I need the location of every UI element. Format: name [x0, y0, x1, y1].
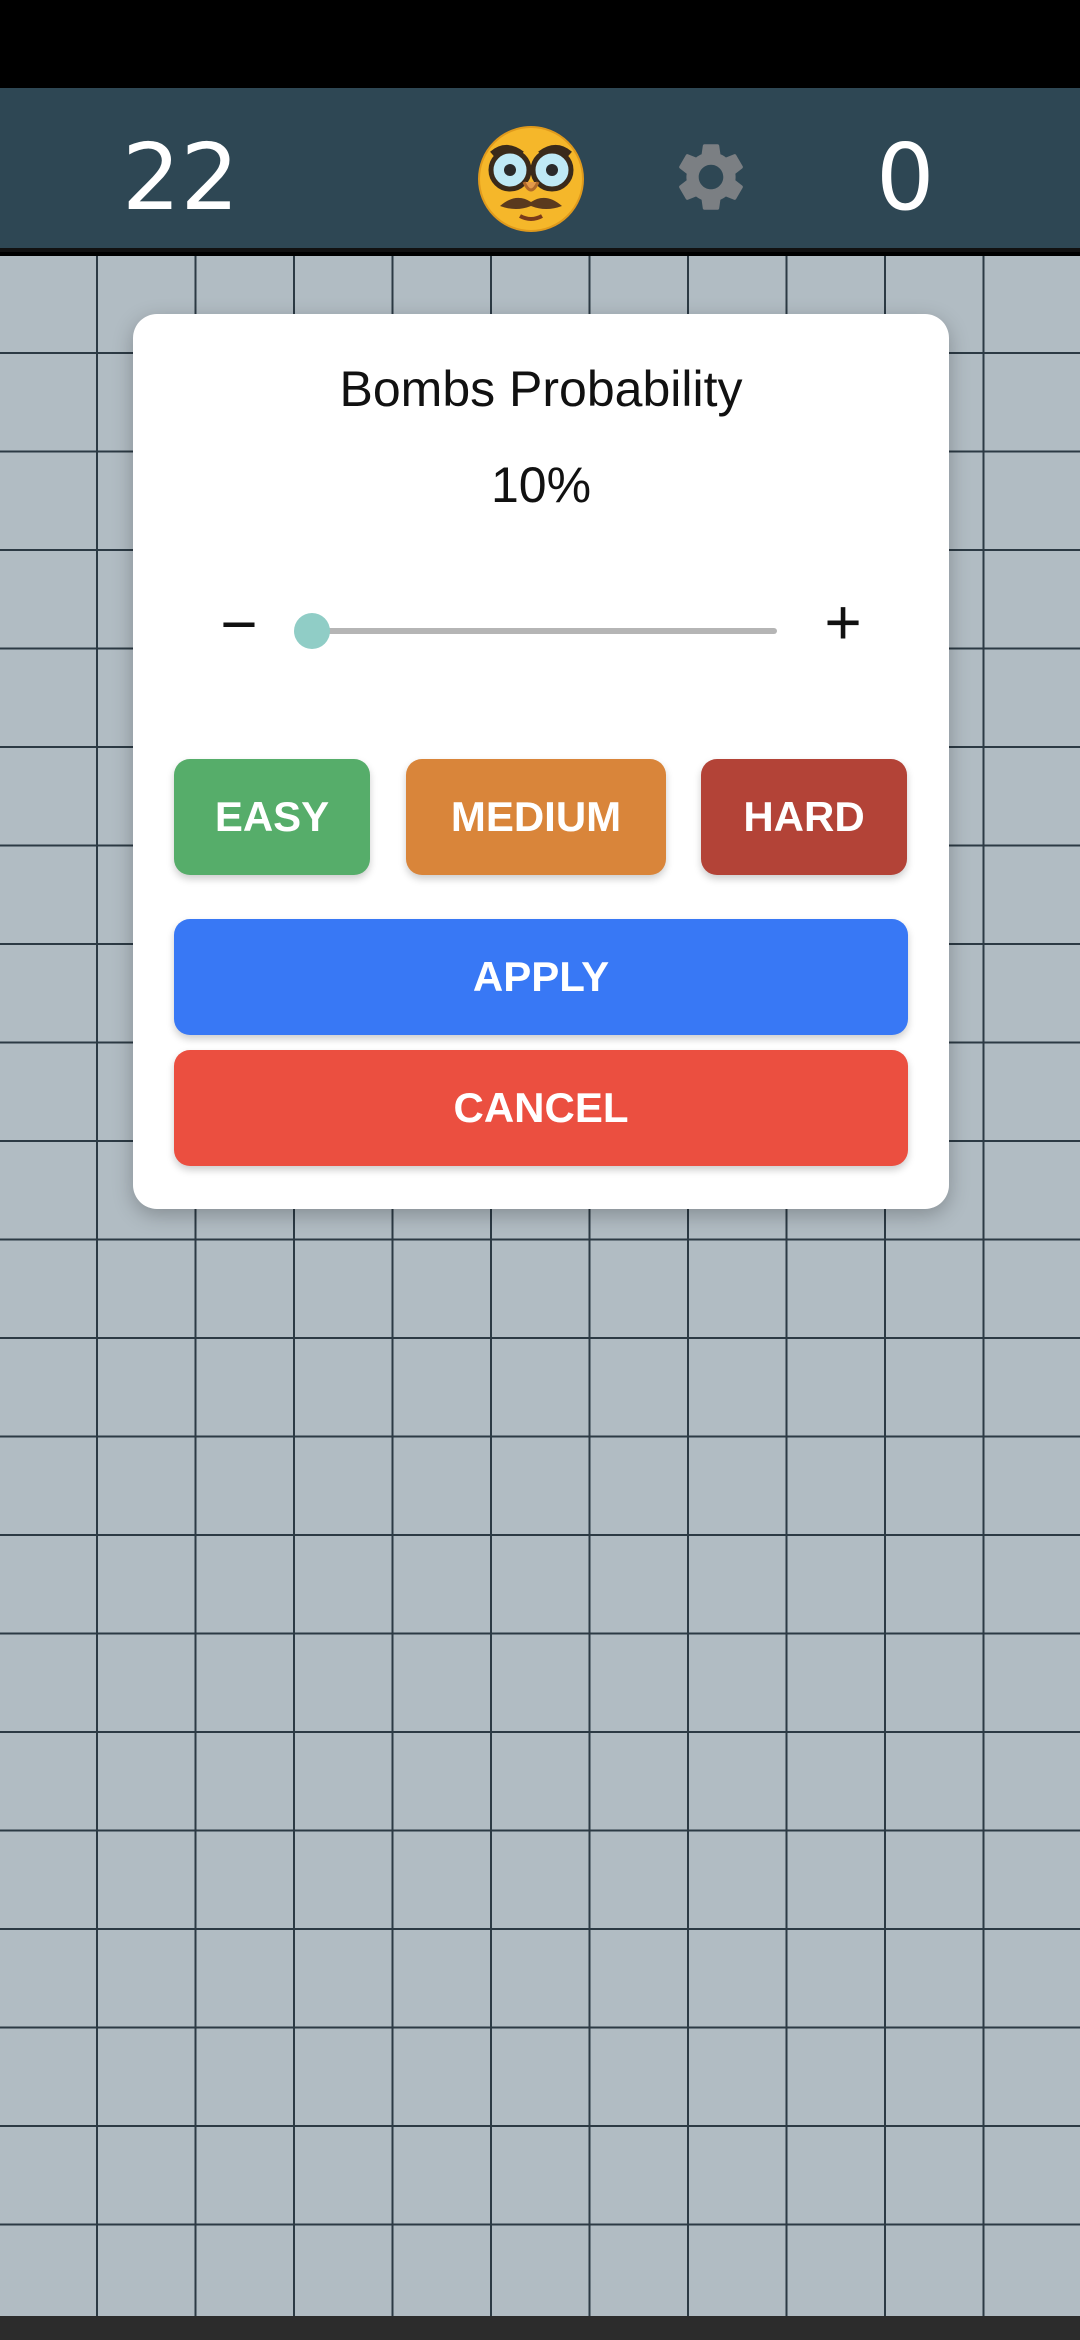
cancel-button[interactable]: CANCEL: [174, 1050, 908, 1166]
status-bar: [0, 0, 1080, 88]
increase-button[interactable]: +: [813, 590, 873, 654]
gear-icon[interactable]: [670, 136, 752, 218]
apply-button[interactable]: APPLY: [174, 919, 908, 1035]
game-header: 22 0: [0, 88, 1080, 252]
easy-button[interactable]: EASY: [174, 759, 370, 875]
dialog-title: Bombs Probability: [339, 361, 743, 417]
medium-button[interactable]: MEDIUM: [406, 759, 666, 875]
slider-thumb[interactable]: [294, 613, 331, 649]
minesweeper-screen: 22 0 Bombs Probability 10% − + EASY MEDI…: [0, 0, 1080, 2340]
bombs-probability-dialog: Bombs Probability 10% − + EASY MEDIUM HA…: [133, 314, 949, 1209]
probability-value: 10%: [490, 457, 592, 513]
decrease-button[interactable]: −: [209, 592, 269, 656]
probability-slider[interactable]: [294, 613, 777, 649]
bomb-counter: 22: [122, 124, 240, 231]
flag-counter: 0: [876, 124, 935, 231]
disguised-face-icon[interactable]: [476, 124, 586, 234]
hard-button[interactable]: HARD: [701, 759, 907, 875]
navigation-bar: [0, 2316, 1080, 2340]
